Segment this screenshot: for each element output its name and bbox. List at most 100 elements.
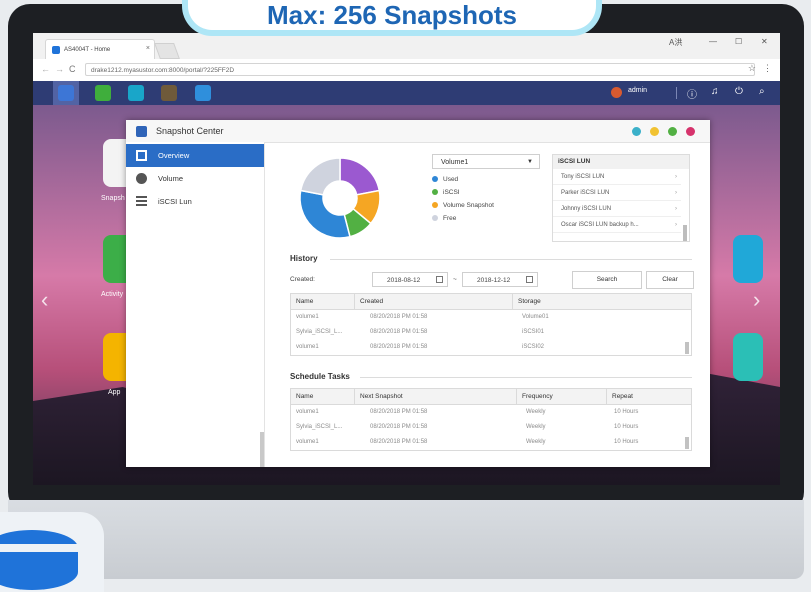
- lun-name: Parker iSCSI LUN: [561, 190, 610, 196]
- snapshot-center-app-icon[interactable]: [58, 85, 74, 101]
- sidebar-item-volume[interactable]: Volume: [126, 167, 264, 190]
- iscsi-lun-item[interactable]: Johnny iSCSI LUN ›: [553, 201, 681, 217]
- legend-volume-snapshot: Volume Snapshot: [432, 202, 494, 209]
- column-header[interactable]: Repeat: [607, 389, 691, 404]
- browser-tab-bar: AS4004T - Home × A洪 — ☐ ✕: [33, 33, 780, 60]
- user-avatar[interactable]: [611, 87, 622, 98]
- browser-tab[interactable]: AS4004T - Home ×: [45, 39, 155, 59]
- url-input[interactable]: drake1212.myasustor.com:8000/portal/?225…: [85, 63, 755, 76]
- volume-select[interactable]: Volume1 ▼: [432, 154, 540, 169]
- column-header[interactable]: Frequency: [517, 389, 607, 404]
- legend-iscsi: iSCSI: [432, 189, 460, 196]
- profile-label[interactable]: A洪: [669, 37, 682, 48]
- date-range-separator: ~: [453, 276, 457, 283]
- power-icon[interactable]: ⏻: [735, 86, 743, 97]
- minimize-icon[interactable]: —: [709, 37, 717, 46]
- window-titlebar[interactable]: Snapshot Center: [126, 120, 710, 143]
- window-title: Snapshot Center: [156, 126, 224, 136]
- camera-app-icon[interactable]: [161, 85, 177, 101]
- back-icon[interactable]: ←: [41, 64, 50, 74]
- search-icon[interactable]: ⌕: [759, 86, 765, 97]
- schedule-title: Schedule Tasks: [290, 372, 350, 381]
- bookmark-star-icon[interactable]: ☆: [748, 63, 756, 74]
- volume-disk-icon: [136, 173, 147, 184]
- sidebar-item-label: Volume: [158, 174, 184, 183]
- forward-icon[interactable]: →: [55, 64, 64, 74]
- table-row[interactable]: Sylvia_iSCSI_L... 08/20/2018 PM 01:58 We…: [291, 422, 687, 436]
- table-row[interactable]: volume1 08/20/2018 PM 01:58 Volume01: [291, 312, 687, 326]
- lun-name: Johnny iSCSI LUN: [561, 206, 612, 212]
- monitor-chin: [8, 500, 804, 579]
- maximize-dot-icon[interactable]: [668, 127, 677, 136]
- iscsi-lun-item[interactable]: Oscar iSCSI LUN backup h... ›: [553, 217, 681, 233]
- table-row[interactable]: volume1 08/20/2018 PM 01:58 Weekly 10 Ho…: [291, 407, 687, 421]
- close-dot-icon[interactable]: [686, 127, 695, 136]
- main-content: Volume1 ▼ Used iSCSI Volume Snapshot Fre…: [272, 142, 704, 467]
- lun-scrollbar[interactable]: [683, 225, 687, 241]
- new-tab-button[interactable]: [154, 43, 180, 59]
- iscsi-lun-item[interactable]: Parker iSCSI LUN ›: [553, 185, 681, 201]
- browser-menu-icon[interactable]: ⋮: [763, 63, 772, 74]
- history-scrollbar[interactable]: [685, 342, 689, 354]
- cell-next-snapshot: 08/20/2018 PM 01:58: [370, 409, 428, 415]
- column-header[interactable]: Storage: [513, 294, 691, 309]
- table-row[interactable]: volume1 08/20/2018 PM 01:58 Weekly 10 Ho…: [291, 437, 687, 451]
- legend-swatch: [432, 176, 438, 182]
- calendar-icon[interactable]: [526, 276, 533, 283]
- sidebar-scrollbar[interactable]: [260, 432, 264, 467]
- notification-bell-icon[interactable]: ♫: [711, 86, 719, 97]
- schedule-divider: [360, 377, 692, 378]
- clear-button[interactable]: Clear: [646, 271, 694, 289]
- legend-label: iSCSI: [443, 189, 460, 196]
- calendar-icon[interactable]: [436, 276, 443, 283]
- cell-repeat: 10 Hours: [614, 424, 639, 430]
- schedule-table-header: Name Next Snapshot Frequency Repeat: [291, 389, 691, 405]
- cell-repeat: 10 Hours: [614, 439, 639, 445]
- sidebar-item-iscsi-lun[interactable]: iSCSI Lun: [126, 190, 264, 213]
- info-icon[interactable]: ⓘ: [687, 86, 697, 101]
- search-button[interactable]: Search: [572, 271, 642, 289]
- date-from-input[interactable]: 2018-08-12: [372, 272, 448, 287]
- storage-manager-app-icon[interactable]: [95, 85, 111, 101]
- legend-free: Free: [432, 215, 456, 222]
- chevron-right-icon[interactable]: ›: [753, 287, 760, 313]
- cell-name: volume1: [296, 344, 319, 350]
- close-window-icon[interactable]: ✕: [761, 37, 768, 46]
- chevron-left-icon[interactable]: ‹: [41, 287, 48, 313]
- column-header[interactable]: Next Snapshot: [355, 389, 517, 404]
- address-bar: ← → C drake1212.myasustor.com:8000/porta…: [33, 59, 780, 82]
- minimize-dot-icon[interactable]: [650, 127, 659, 136]
- column-header[interactable]: Name: [291, 294, 355, 309]
- info-app-icon[interactable]: [128, 85, 144, 101]
- desktop-label-activity: Activity: [101, 291, 124, 298]
- maximize-icon[interactable]: ☐: [735, 37, 742, 46]
- column-header[interactable]: Created: [355, 294, 513, 309]
- cloud-app-icon[interactable]: [195, 85, 211, 101]
- cell-created: 08/20/2018 PM 01:58: [370, 329, 428, 335]
- right-desktop-icon[interactable]: [733, 235, 763, 283]
- reload-icon[interactable]: C: [69, 64, 76, 74]
- asustor-favicon-icon: [52, 45, 60, 54]
- banner-text: Max: 256 Snapshots: [267, 0, 517, 30]
- snapshot-center-icon: [136, 126, 147, 137]
- taskbar-divider: [676, 87, 677, 99]
- chevron-right-icon: ›: [675, 190, 677, 196]
- schedule-scrollbar[interactable]: [685, 437, 689, 449]
- date-to-input[interactable]: 2018-12-12: [462, 272, 538, 287]
- monitor-screen: AS4004T - Home × A洪 — ☐ ✕ ← → C drake121…: [33, 33, 780, 485]
- date-from-value: 2018-08-12: [387, 277, 421, 284]
- cell-next-snapshot: 08/20/2018 PM 01:58: [370, 424, 428, 430]
- desktop-label-snapshot: Snapsh: [101, 195, 125, 202]
- legend-label: Volume Snapshot: [443, 202, 494, 209]
- right-desktop-icon-2[interactable]: [733, 333, 763, 381]
- cell-storage: Volume01: [522, 314, 549, 320]
- sidebar-item-overview[interactable]: Overview: [126, 144, 264, 167]
- username[interactable]: admin: [628, 87, 647, 94]
- tab-close-icon[interactable]: ×: [146, 45, 150, 52]
- table-row[interactable]: volume1 08/20/2018 PM 01:58 iSCSI02: [291, 342, 687, 356]
- table-row[interactable]: Sylvia_iSCSI_L... 08/20/2018 PM 01:58 iS…: [291, 327, 687, 341]
- iscsi-stack-icon: [136, 196, 147, 207]
- column-header[interactable]: Name: [291, 389, 355, 404]
- help-dot-icon[interactable]: [632, 127, 641, 136]
- iscsi-lun-item[interactable]: Tony iSCSI LUN ›: [553, 169, 681, 185]
